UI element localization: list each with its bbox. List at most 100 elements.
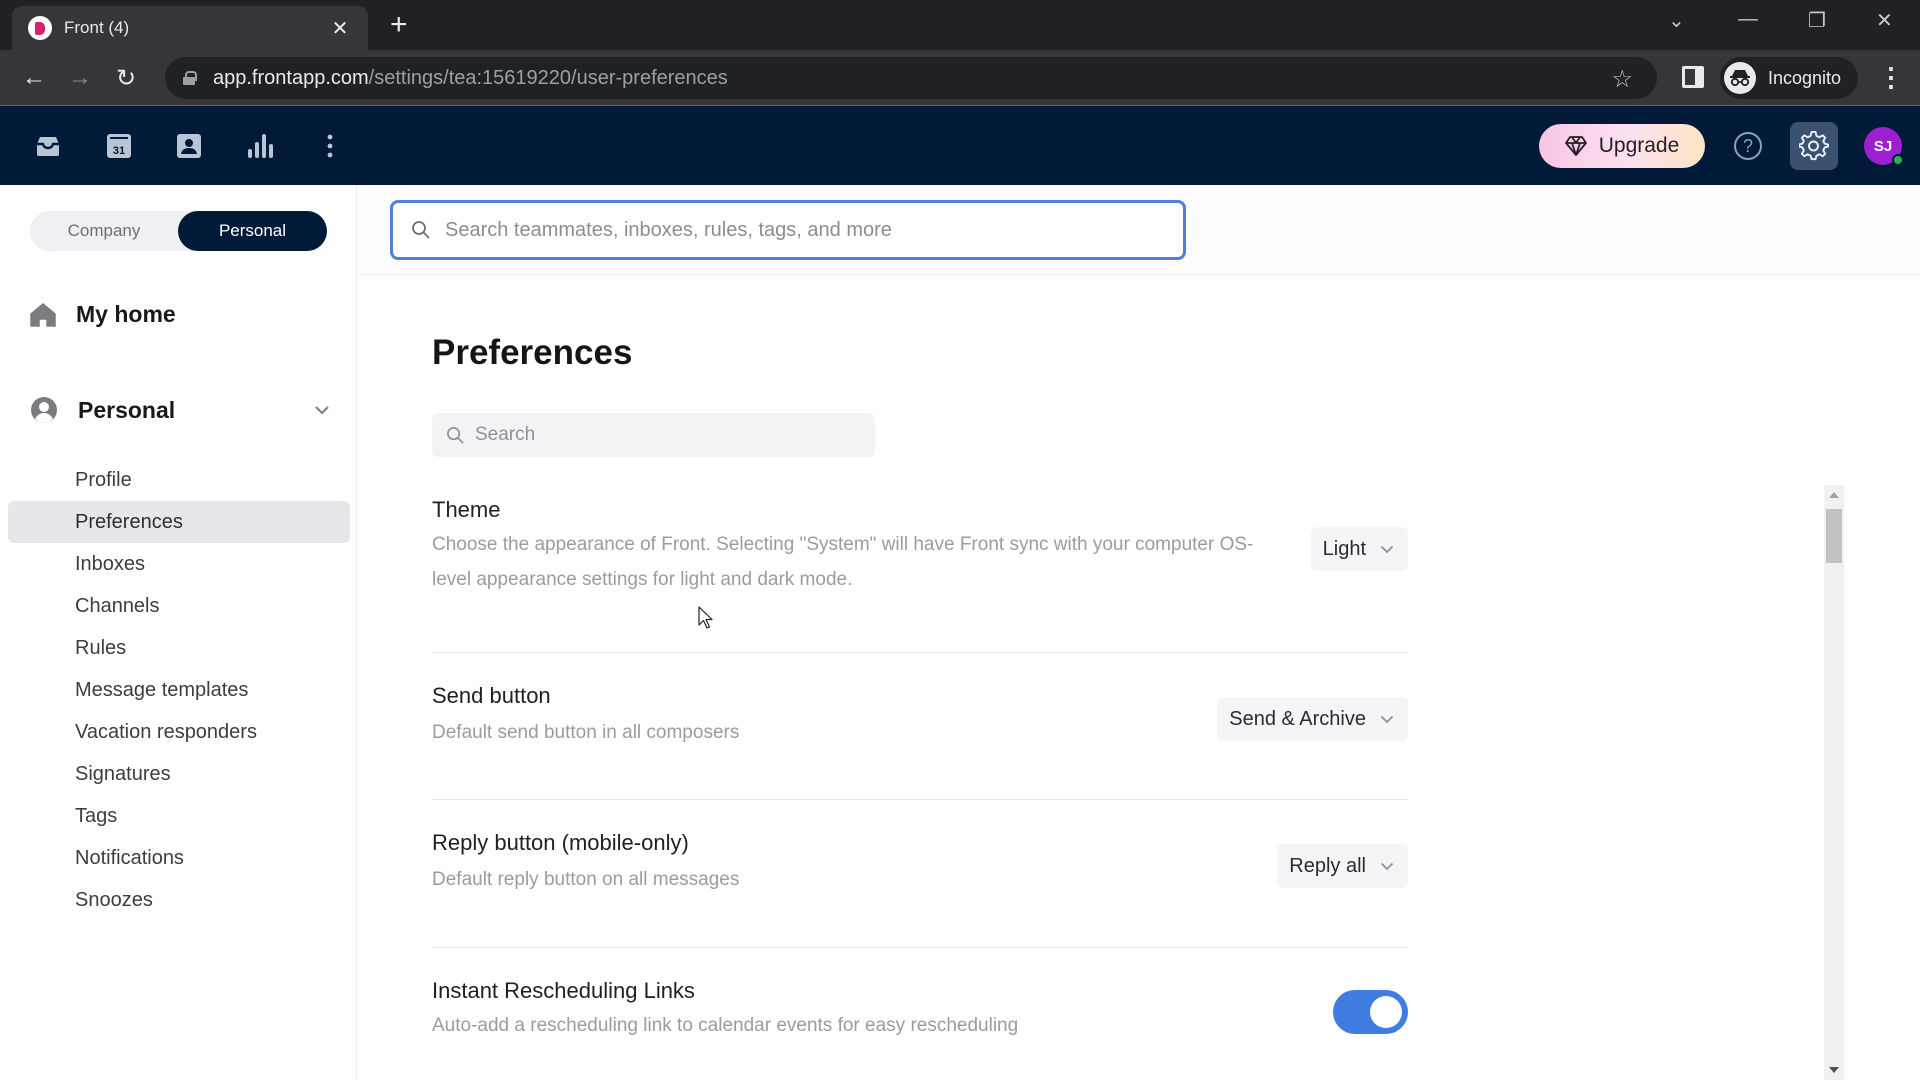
sidebar-item-preferences[interactable]: Preferences	[8, 501, 350, 543]
main-content: Preferences Theme Choose the appearance …	[358, 185, 1920, 1080]
preferences-search-input[interactable]	[475, 424, 855, 446]
sidebar-home-label: My home	[76, 301, 176, 327]
sidebar-item-snoozes[interactable]: Snoozes	[8, 879, 350, 921]
preferences-search	[432, 413, 875, 457]
address-bar[interactable]: app.frontapp.com/settings/tea:15619220/u…	[165, 57, 1657, 99]
forward-icon[interactable]: →	[68, 64, 92, 92]
settings-sidebar: Company Personal My home Personal Profil…	[0, 185, 357, 1080]
theme-control: Light	[1310, 527, 1408, 571]
setting-description: Choose the appearance of Front. Selectin…	[432, 534, 1254, 590]
send-button-dropdown[interactable]: Send & Archive	[1217, 697, 1408, 741]
setting-row-instant-rescheduling: Instant Rescheduling Links Auto-add a re…	[432, 948, 1408, 1088]
sidebar-item-notifications[interactable]: Notifications	[8, 837, 350, 879]
back-icon[interactable]: ←	[22, 64, 46, 92]
avatar[interactable]: SJ	[1864, 127, 1904, 166]
analytics-icon[interactable]	[246, 132, 274, 160]
help-icon[interactable]: ?	[1734, 132, 1762, 160]
sidebar-section-label: Personal	[78, 396, 176, 423]
send-button-control: Send & Archive	[1217, 697, 1408, 741]
instant-rescheduling-toggle[interactable]	[1333, 990, 1408, 1034]
browser-tab[interactable]: Front (4) ✕	[12, 6, 368, 50]
scroll-down-arrow-icon[interactable]	[1829, 1067, 1839, 1073]
incognito-profile-button[interactable]: Incognito	[1720, 57, 1858, 99]
side-panel-icon[interactable]	[1682, 66, 1704, 88]
setting-row-send-button: Send button Default send button in all c…	[432, 653, 1408, 800]
new-tab-button[interactable]: +	[390, 8, 408, 42]
sidebar-item-signatures[interactable]: Signatures	[8, 753, 350, 795]
page-title: Preferences	[432, 333, 633, 372]
sidebar-items: Profile Preferences Inboxes Channels Rul…	[8, 459, 350, 921]
setting-description: Default reply button on all messages	[432, 869, 740, 890]
browser-tab-bar: Front (4) ✕ + ⌄ — ❐ ✕	[0, 0, 1920, 50]
url-host: app.frontapp.com	[213, 66, 369, 89]
sidebar-item-message-templates[interactable]: Message templates	[8, 669, 350, 711]
settings-button[interactable]	[1790, 122, 1838, 170]
search-icon	[412, 221, 430, 239]
segment-company[interactable]: Company	[30, 211, 178, 251]
bookmark-star-icon[interactable]: ☆	[1611, 65, 1633, 94]
tab-search-chevron-icon[interactable]: ⌄	[1668, 8, 1685, 33]
upgrade-button[interactable]: Upgrade	[1539, 124, 1705, 168]
theme-dropdown[interactable]: Light	[1310, 527, 1408, 571]
reply-button-dropdown-value: Reply all	[1289, 854, 1366, 877]
sidebar-item-rules[interactable]: Rules	[8, 627, 350, 669]
incognito-label: Incognito	[1768, 67, 1842, 88]
reply-button-dropdown[interactable]: Reply all	[1277, 844, 1408, 888]
global-search-bar	[358, 185, 1920, 275]
calendar-day: 31	[113, 145, 125, 157]
more-icon[interactable]	[316, 132, 344, 160]
sidebar-item-my-home[interactable]: My home	[30, 301, 176, 328]
segment-personal[interactable]: Personal	[178, 211, 327, 251]
home-icon	[30, 302, 56, 327]
setting-title: Theme	[432, 497, 501, 522]
setting-title: Reply button (mobile-only)	[432, 830, 689, 855]
search-icon	[447, 426, 464, 444]
scrollbar-thumb[interactable]	[1826, 509, 1842, 563]
settings-scrollbar[interactable]	[1824, 485, 1844, 1080]
sidebar-item-channels[interactable]: Channels	[8, 585, 350, 627]
chevron-down-icon[interactable]	[314, 405, 330, 415]
browser-menu-icon[interactable]: ⋮	[1878, 62, 1904, 93]
chevron-down-icon	[1380, 715, 1394, 723]
url-path: /settings/tea:15619220/user-preferences	[368, 66, 728, 89]
setting-title: Instant Rescheduling Links	[432, 978, 695, 1003]
sidebar-item-inboxes[interactable]: Inboxes	[8, 543, 350, 585]
browser-toolbar: ← → ↻ app.frontapp.com/settings/tea:1561…	[0, 50, 1920, 106]
toggle-knob	[1370, 996, 1402, 1028]
global-search	[390, 200, 1186, 260]
front-favicon-icon	[28, 16, 52, 40]
app-navbar: 31 Upgrade ? SJ	[0, 106, 1920, 185]
setting-row-reply-button: Reply button (mobile-only) Default reply…	[432, 800, 1408, 948]
gear-icon	[1799, 131, 1829, 161]
sidebar-item-tags[interactable]: Tags	[8, 795, 350, 837]
sidebar-item-vacation-responders[interactable]: Vacation responders	[8, 711, 350, 753]
chevron-down-icon	[1380, 545, 1394, 553]
contacts-icon[interactable]	[175, 132, 203, 160]
lock-icon	[183, 71, 197, 85]
setting-description: Auto-add a rescheduling link to calendar…	[432, 1015, 1019, 1036]
send-button-dropdown-value: Send & Archive	[1229, 707, 1366, 730]
upgrade-label: Upgrade	[1598, 134, 1680, 157]
sidebar-item-profile[interactable]: Profile	[8, 459, 350, 501]
window-close-icon[interactable]: ✕	[1876, 8, 1893, 33]
user-circle-icon	[31, 397, 57, 423]
chevron-down-icon	[1380, 862, 1394, 870]
reply-button-control: Reply all	[1277, 844, 1408, 888]
setting-row-theme: Theme Choose the appearance of Front. Se…	[432, 497, 1408, 653]
scope-segmented-control: Company Personal	[30, 211, 327, 251]
calendar-icon[interactable]: 31	[105, 132, 133, 160]
scroll-up-arrow-icon[interactable]	[1829, 492, 1839, 498]
tab-title: Front (4)	[64, 18, 130, 37]
online-status-dot	[1892, 154, 1904, 166]
global-search-input[interactable]	[445, 218, 1145, 242]
tab-close-icon[interactable]: ✕	[328, 16, 352, 41]
minimize-icon[interactable]: —	[1738, 8, 1758, 31]
avatar-initials: SJ	[1873, 137, 1893, 155]
sidebar-section-personal[interactable]: Personal	[30, 396, 330, 424]
restore-icon[interactable]: ❐	[1808, 8, 1826, 33]
instant-rescheduling-control	[1333, 990, 1408, 1034]
theme-dropdown-value: Light	[1322, 537, 1366, 560]
settings-list: Theme Choose the appearance of Front. Se…	[432, 497, 1408, 1088]
inbox-icon[interactable]	[34, 132, 62, 160]
reload-icon[interactable]: ↻	[116, 64, 136, 93]
